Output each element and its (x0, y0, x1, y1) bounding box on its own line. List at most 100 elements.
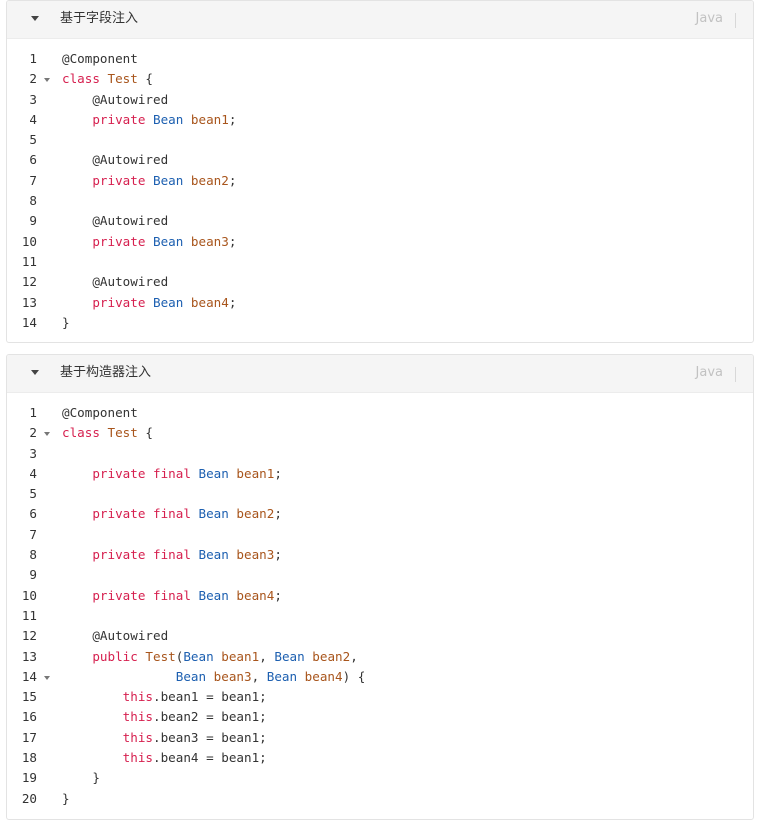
line-number: 14 (21, 314, 37, 330)
code-token: .bean2 = bean1; (153, 709, 267, 725)
line-number: 11 (21, 253, 37, 269)
line-number: 6 (29, 152, 37, 168)
code-token: this (62, 750, 153, 766)
line-number: 19 (21, 770, 37, 786)
code-text: } (62, 313, 70, 333)
code-text: @Component (62, 49, 138, 69)
code-token: ; (274, 506, 282, 522)
code-body[interactable]: 1 @Component 2 class Test {3 4 private final… (7, 393, 753, 809)
code-token: ; (274, 547, 282, 563)
code-text: class Test { (62, 423, 153, 443)
code-line: 19 } (7, 768, 753, 788)
language-label[interactable]: Java (696, 364, 723, 382)
code-text: @Autowired (62, 626, 168, 646)
code-token: bean2 (183, 172, 229, 188)
code-line: 10 private final Bean bean4; (7, 586, 753, 606)
code-token: @Autowired (62, 91, 169, 107)
code-line: 2 class Test { (7, 69, 753, 89)
code-token: this (62, 689, 153, 705)
code-block-constructor-injection: 基于构造器注入 Java 1 @Component 2 class Test {3 4 … (6, 354, 754, 820)
line-number: 3 (29, 445, 37, 461)
code-token: private (62, 294, 153, 310)
line-number: 10 (21, 233, 37, 249)
code-token: bean1 (228, 465, 275, 481)
code-line: 6 @Autowired (7, 150, 753, 170)
code-block-header: 基于字段注入 Java (7, 1, 753, 39)
fold-arrow-icon[interactable] (44, 432, 50, 437)
code-block-title: 基于构造器注入 (60, 365, 152, 380)
line-number: 13 (21, 294, 37, 310)
fold-arrow-icon[interactable] (44, 78, 50, 83)
code-token: , (259, 648, 275, 664)
line-number: 2 (29, 425, 37, 441)
code-line: 7 (7, 525, 753, 545)
code-token: @Component (62, 51, 138, 66)
code-line: 11 (7, 252, 753, 272)
code-text: } (62, 768, 100, 788)
code-line: 9 (7, 565, 753, 585)
code-line: 13 private Bean bean4; (7, 293, 753, 313)
code-token: private final (62, 506, 199, 522)
line-number: 7 (29, 526, 37, 542)
line-number: 13 (21, 648, 37, 664)
code-body[interactable]: 1 @Component 2 class Test {3 @Autowired 4 pr… (7, 39, 753, 333)
collapse-toggle-button[interactable] (25, 363, 45, 383)
caret-down-icon (31, 370, 39, 375)
line-number: 7 (29, 172, 37, 188)
code-token: private (62, 111, 153, 127)
code-text: private final Bean bean2; (62, 504, 282, 524)
code-token: .bean1 = bean1; (153, 689, 267, 705)
code-line: 14} (7, 313, 753, 333)
code-token: @Autowired (62, 628, 169, 644)
fold-arrow-icon[interactable] (44, 675, 50, 680)
line-number: 17 (21, 729, 37, 745)
code-token: Test (107, 71, 138, 87)
code-token: , (350, 648, 358, 664)
collapse-toggle-button[interactable] (25, 9, 45, 29)
line-number: 2 (29, 71, 37, 87)
code-token: private final (62, 465, 199, 481)
line-number: 12 (21, 274, 37, 290)
code-text: @Autowired (62, 150, 168, 170)
code-token: ; (228, 233, 237, 249)
line-number: 14 (21, 668, 37, 684)
line-number: 5 (29, 486, 37, 502)
code-token: ; (274, 587, 282, 603)
code-line: 12 @Autowired (7, 272, 753, 292)
code-token: this (62, 709, 153, 725)
code-text: this.bean2 = bean1; (62, 707, 267, 727)
code-token: public (62, 648, 146, 664)
code-line: 5 (7, 484, 753, 504)
line-number: 9 (29, 213, 37, 229)
code-text: this.bean1 = bean1; (62, 687, 267, 707)
code-token: @Component (62, 405, 138, 420)
code-text: private final Bean bean1; (62, 464, 282, 484)
line-number: 4 (29, 465, 37, 481)
code-token: Test (145, 648, 176, 664)
line-number: 8 (29, 547, 37, 563)
code-text: private final Bean bean4; (62, 586, 282, 606)
code-token: Bean (198, 506, 229, 522)
code-token: Bean (175, 668, 207, 684)
line-number: 8 (29, 193, 37, 209)
code-text: } (62, 789, 70, 809)
code-token: { (137, 71, 154, 87)
code-token: ; (228, 111, 237, 127)
code-token: private final (62, 547, 199, 563)
code-line: 10 private Bean bean3; (7, 232, 753, 252)
code-token: @Autowired (62, 274, 169, 290)
code-line: 3 @Autowired (7, 90, 753, 110)
code-token: } (62, 790, 70, 806)
code-token: bean3 (206, 668, 252, 684)
line-number: 16 (21, 709, 37, 725)
code-token: Bean (153, 233, 184, 249)
code-text: private Bean bean3; (62, 232, 236, 252)
code-token: Test (107, 425, 138, 441)
language-label[interactable]: Java (696, 10, 723, 28)
code-text: @Autowired (62, 211, 168, 231)
code-text: private Bean bean1; (62, 110, 236, 130)
code-token: @Autowired (62, 152, 169, 168)
code-line: 9 @Autowired (7, 211, 753, 231)
line-number: 18 (21, 750, 37, 766)
